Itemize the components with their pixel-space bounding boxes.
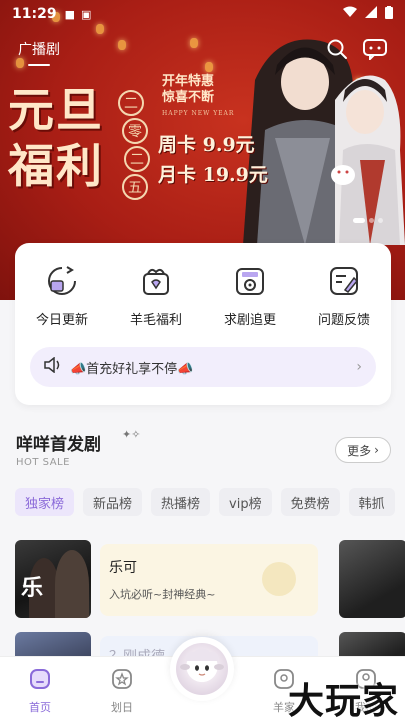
top-navigation: 广播剧 bbox=[0, 34, 405, 66]
sparkle-icon: ✦✧ bbox=[122, 428, 141, 441]
quick-actions-card: 今日更新 羊毛福利 求剧追更 问题反馈 📣首充好礼享不停📣 › bbox=[15, 243, 391, 405]
calendar-refresh-icon bbox=[44, 263, 80, 299]
banner-headline-line2: 福利 bbox=[8, 139, 104, 193]
more-button[interactable]: 更多 › bbox=[335, 437, 391, 463]
quick-item-label: 求剧追更 bbox=[223, 313, 276, 328]
section-title: 咩咩首发剧 bbox=[16, 435, 101, 455]
nav-home[interactable]: 首页 bbox=[10, 667, 70, 715]
quick-item-feedback[interactable]: 问题反馈 bbox=[304, 263, 384, 328]
more-label: 更多 bbox=[347, 443, 372, 458]
tab-korean[interactable]: 韩抓 bbox=[348, 488, 395, 516]
medal-icon bbox=[262, 562, 296, 596]
status-bar: 11:29 ■ ▣ bbox=[0, 0, 405, 28]
star-badge-icon bbox=[110, 667, 134, 695]
home-icon bbox=[28, 667, 52, 695]
tab-exclusive[interactable]: 独家榜 bbox=[15, 488, 75, 516]
quick-item-label: 问题反馈 bbox=[317, 313, 370, 328]
quick-item-wool-benefits[interactable]: 羊毛福利 bbox=[116, 263, 196, 328]
ranking-tabs: 独家榜 新品榜 热播榜 vip榜 免费榜 韩抓 bbox=[15, 488, 405, 516]
notice-text: 📣首充好礼享不停📣 bbox=[70, 361, 194, 377]
center-avatar-button[interactable] bbox=[170, 637, 234, 701]
sheep-avatar-icon bbox=[176, 643, 228, 695]
notice-bar[interactable]: 📣首充好礼享不停📣 › bbox=[30, 347, 376, 387]
radio-request-icon bbox=[232, 263, 268, 299]
tab-radio-drama[interactable]: 广播剧 bbox=[18, 39, 60, 66]
nav-label: 首页 bbox=[29, 701, 51, 714]
quick-item-label: 今日更新 bbox=[35, 313, 88, 328]
gift-box-icon bbox=[138, 263, 174, 299]
notification-icon: ■ bbox=[64, 7, 75, 21]
date-char: 五 bbox=[122, 174, 148, 200]
signal-icon bbox=[365, 6, 377, 22]
date-char: 二 bbox=[124, 146, 150, 172]
weekly-card-price: 周卡 9.9元 bbox=[158, 134, 255, 156]
search-icon[interactable] bbox=[325, 37, 349, 61]
feedback-pen-icon bbox=[326, 263, 362, 299]
carousel-indicator bbox=[353, 218, 383, 223]
drama-description: 入坑必听~封神经典~ bbox=[109, 588, 216, 601]
banner-promo-text: 开年特惠 惊喜不断 HAPPY NEW YEAR bbox=[162, 74, 234, 122]
status-notification-icons: ■ ▣ bbox=[65, 8, 92, 21]
chevron-right-icon: › bbox=[356, 359, 362, 375]
drama-info-card[interactable]: 乐可 入坑必听~封神经典~ bbox=[100, 544, 318, 616]
status-time: 11:29 bbox=[12, 6, 57, 22]
app-notification-icon: ▣ bbox=[80, 7, 92, 21]
drama-cover[interactable]: 乐 bbox=[15, 540, 91, 618]
drama-title: 乐可 bbox=[109, 560, 137, 576]
section-subtitle: HOT SALE bbox=[16, 457, 70, 468]
drama-cover[interactable] bbox=[339, 540, 405, 618]
battery-icon bbox=[385, 5, 393, 23]
speaker-icon bbox=[44, 356, 62, 377]
promo-english: HAPPY NEW YEAR bbox=[162, 110, 235, 117]
banner-headline: 元旦 福利 bbox=[8, 82, 104, 194]
quick-item-today-update[interactable]: 今日更新 bbox=[22, 263, 102, 328]
chevron-right-icon: › bbox=[374, 443, 379, 457]
quick-item-label: 羊毛福利 bbox=[129, 313, 182, 328]
tab-vip[interactable]: vip榜 bbox=[219, 488, 272, 516]
tab-free[interactable]: 免费榜 bbox=[280, 488, 340, 516]
promo-line1: 开年特惠 bbox=[162, 74, 215, 89]
nav-daily[interactable]: 划日 bbox=[92, 667, 152, 715]
watermark-logo: 大玩家 bbox=[287, 680, 399, 720]
date-char: 零 bbox=[122, 118, 148, 144]
cover-title: 乐 bbox=[21, 575, 44, 601]
tab-new[interactable]: 新品榜 bbox=[83, 488, 143, 516]
wifi-icon bbox=[343, 6, 357, 22]
nav-label: 划日 bbox=[111, 701, 133, 714]
tab-hot[interactable]: 热播榜 bbox=[151, 488, 211, 516]
list-item[interactable]: 乐 乐可 入坑必听~封神经典~ bbox=[15, 540, 405, 620]
promo-line2: 惊喜不断 bbox=[162, 90, 215, 105]
banner-headline-line1: 元旦 bbox=[8, 83, 104, 137]
message-icon[interactable] bbox=[363, 37, 387, 61]
quick-item-request-drama[interactable]: 求剧追更 bbox=[210, 263, 290, 328]
date-char: 二 bbox=[118, 90, 144, 116]
monthly-card-price: 月卡 19.9元 bbox=[158, 164, 268, 186]
